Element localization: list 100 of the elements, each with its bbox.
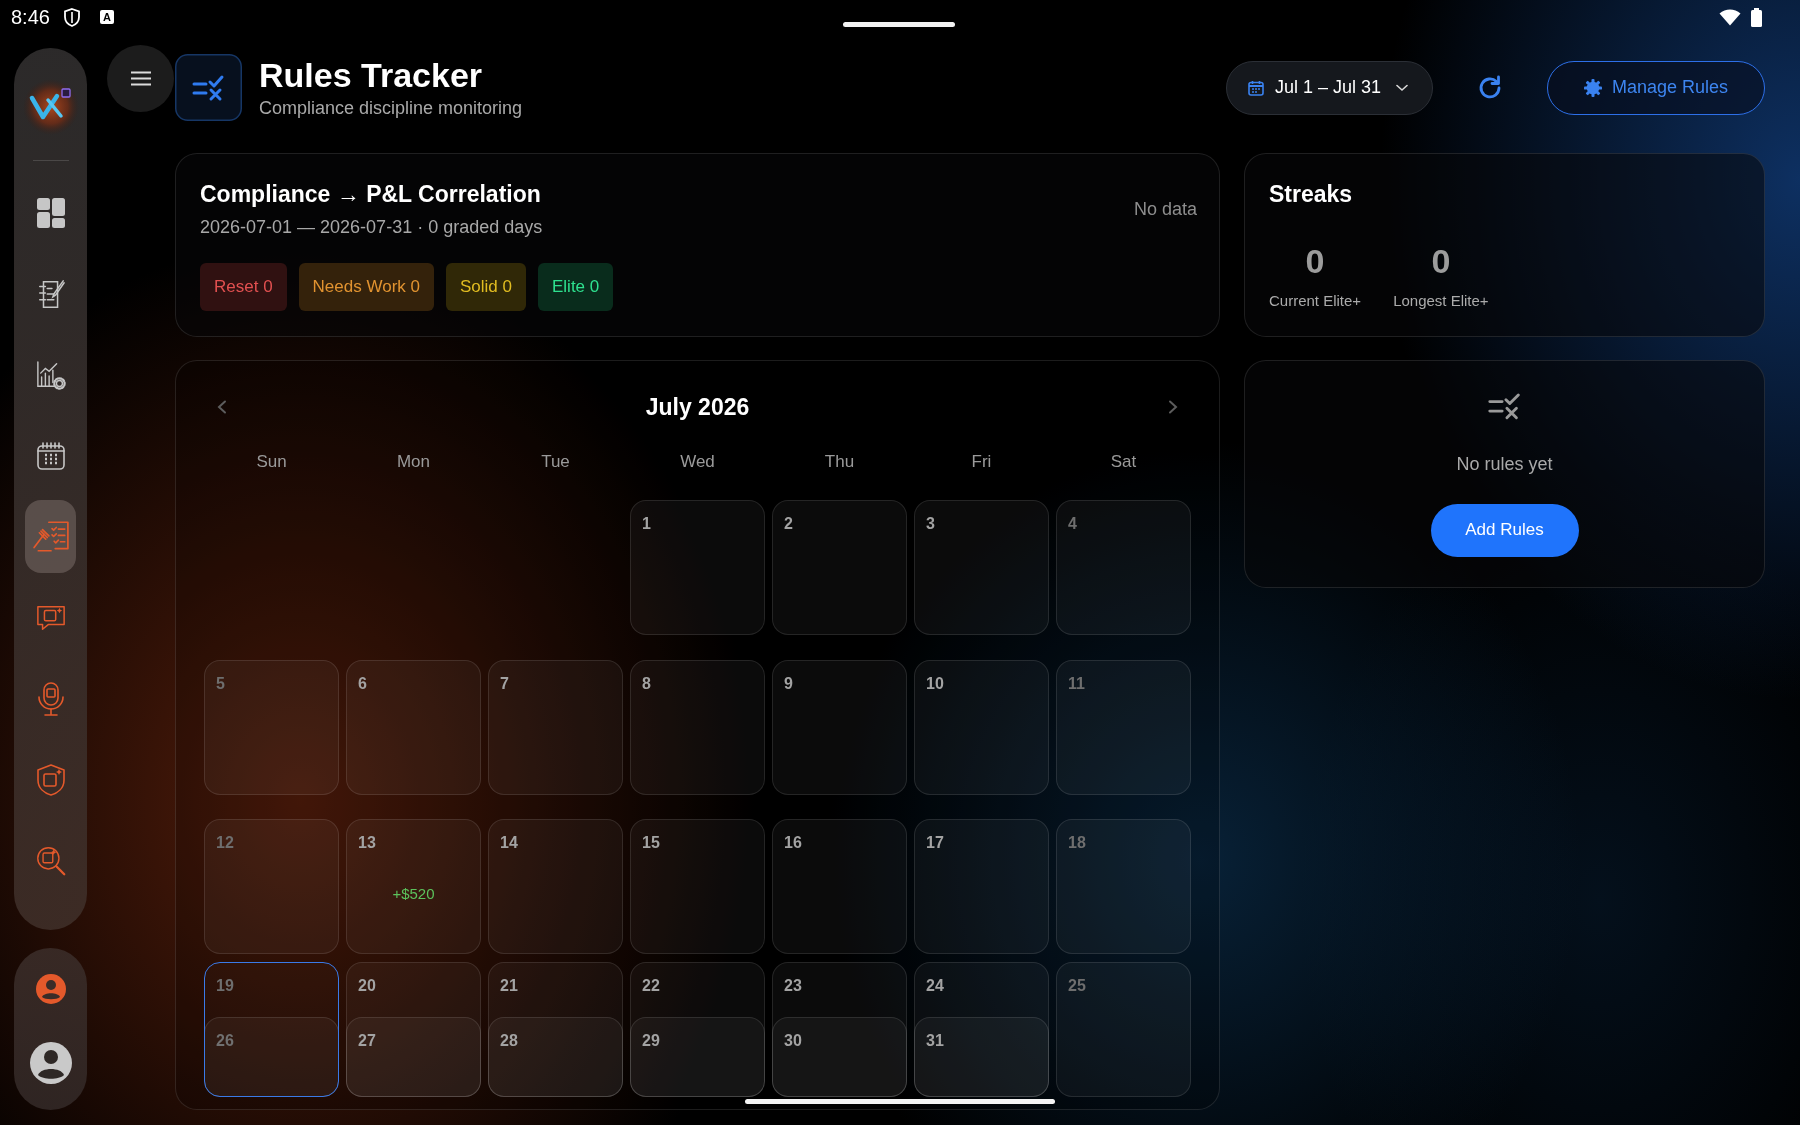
page-title: Rules Tracker bbox=[259, 56, 484, 94]
weekday-label: Sat bbox=[1109, 452, 1138, 472]
streaks-title: Streaks bbox=[1269, 180, 1354, 208]
day-number: 29 bbox=[642, 1031, 660, 1051]
grade-tag: Elite 0 bbox=[538, 263, 614, 311]
calendar-icon bbox=[1248, 79, 1264, 96]
menu-icon bbox=[130, 71, 151, 86]
day-cell[interactable]: 13 +$520 bbox=[346, 819, 481, 954]
day-number: 15 bbox=[642, 833, 660, 853]
pnl-amount: +$520 bbox=[392, 885, 435, 902]
day-cell[interactable]: 11 bbox=[1056, 660, 1191, 795]
day-cell[interactable]: 28 bbox=[488, 1017, 623, 1097]
day-number: 12 bbox=[216, 833, 234, 853]
day-cell[interactable]: 30 bbox=[772, 1017, 907, 1097]
grade-tag: Needs Work 0 bbox=[298, 263, 434, 311]
day-number: 24 bbox=[926, 976, 944, 996]
page-subtitle: Compliance discipline monitoring bbox=[259, 98, 523, 119]
weekday-label: Thu bbox=[823, 452, 856, 472]
day-cell[interactable]: 9 bbox=[772, 660, 907, 795]
streak-label: Current Elite+ bbox=[1269, 292, 1362, 310]
grade-tag: Solid 0 bbox=[446, 263, 526, 311]
correlation-date-range: 2026-07-01 — 2026-07-31 · 0 graded days bbox=[200, 216, 543, 238]
month-title: July 2026 bbox=[645, 393, 750, 422]
empty-state-text: No rules yet bbox=[1456, 453, 1553, 474]
refresh-icon[interactable] bbox=[1477, 74, 1503, 101]
day-cell[interactable]: 27 bbox=[346, 1017, 481, 1097]
day-cell[interactable]: 14 bbox=[488, 819, 623, 954]
day-cell[interactable]: 1 bbox=[630, 500, 765, 635]
day-cell[interactable]: 25 bbox=[1056, 962, 1191, 1097]
chevron-left-icon[interactable] bbox=[217, 400, 227, 414]
avatar-icon[interactable] bbox=[29, 1042, 72, 1084]
grade-tag: Reset 0 bbox=[200, 263, 287, 311]
chart-gear-icon bbox=[35, 359, 66, 390]
day-cell[interactable]: 10 bbox=[914, 660, 1049, 795]
ai-shield-icon bbox=[35, 761, 66, 798]
day-number: 5 bbox=[216, 674, 225, 694]
day-number: 26 bbox=[216, 1031, 234, 1051]
day-cell[interactable]: 4 bbox=[1056, 500, 1191, 635]
sidebar-item[interactable] bbox=[25, 500, 76, 573]
day-number: 21 bbox=[500, 976, 518, 996]
day-cell[interactable]: 2 bbox=[772, 500, 907, 635]
day-cell[interactable]: 8 bbox=[630, 660, 765, 795]
day-number: 28 bbox=[500, 1031, 518, 1051]
day-number: 1 bbox=[642, 514, 651, 534]
day-number: 14 bbox=[500, 833, 518, 853]
weekday-label: Fri bbox=[970, 452, 993, 472]
checklist-icon bbox=[175, 54, 242, 121]
battery-icon bbox=[1751, 7, 1762, 27]
chevron-down-icon bbox=[1396, 83, 1409, 92]
drag-handle[interactable] bbox=[843, 22, 955, 27]
weekday-label: Sun bbox=[255, 452, 288, 472]
day-number: 27 bbox=[358, 1031, 376, 1051]
day-cell[interactable]: 31 bbox=[914, 1017, 1049, 1097]
day-number: 2 bbox=[784, 514, 793, 534]
day-number: 10 bbox=[926, 674, 944, 694]
weekday-label: Tue bbox=[540, 452, 571, 472]
calendar-icon bbox=[35, 440, 66, 471]
weekday-label: Wed bbox=[679, 452, 716, 472]
date-range-picker[interactable]: Jul 1 – Jul 31 bbox=[1226, 60, 1433, 115]
day-cell[interactable]: 16 bbox=[772, 819, 907, 954]
day-number: 31 bbox=[926, 1031, 944, 1051]
user-icon[interactable] bbox=[35, 974, 66, 1004]
day-number: 11 bbox=[1068, 674, 1085, 694]
day-number: 18 bbox=[1068, 833, 1086, 853]
status-text: No data bbox=[1133, 198, 1197, 220]
day-number: 7 bbox=[500, 674, 509, 694]
day-number: 16 bbox=[784, 833, 802, 853]
ai-microphone-icon bbox=[35, 680, 66, 717]
status-time: 8:46 bbox=[11, 5, 50, 29]
day-number: 13 bbox=[358, 833, 376, 853]
day-number: 30 bbox=[784, 1031, 802, 1051]
gear-icon bbox=[1583, 78, 1602, 97]
chevron-right-icon[interactable] bbox=[1168, 400, 1178, 414]
manage-rules-button[interactable]: Manage Rules bbox=[1547, 60, 1765, 115]
day-number: 17 bbox=[926, 833, 944, 853]
grid-icon bbox=[35, 197, 66, 228]
streak-value: 0 bbox=[1305, 242, 1325, 280]
notification-icon: A bbox=[99, 10, 114, 24]
day-number: 19 bbox=[216, 976, 234, 996]
day-cell[interactable]: 29 bbox=[630, 1017, 765, 1097]
correlation-title: Compliance → P&L Correlation bbox=[200, 180, 542, 208]
day-number: 25 bbox=[1068, 976, 1086, 996]
day-number: 20 bbox=[358, 976, 376, 996]
wifi-icon bbox=[1719, 8, 1741, 26]
streak-label: Longest Elite+ bbox=[1393, 292, 1489, 310]
day-number: 8 bbox=[642, 674, 651, 694]
add-rules-button[interactable]: Add Rules bbox=[1430, 503, 1579, 557]
day-cell[interactable]: 7 bbox=[488, 660, 623, 795]
day-cell[interactable]: 15 bbox=[630, 819, 765, 954]
day-number: 6 bbox=[358, 674, 367, 694]
day-cell[interactable]: 17 bbox=[914, 819, 1049, 954]
day-cell[interactable]: 6 bbox=[346, 660, 481, 795]
weekday-label: Mon bbox=[395, 452, 432, 472]
shield-icon bbox=[63, 7, 80, 27]
gavel-checklist-icon bbox=[31, 519, 70, 554]
day-number: 22 bbox=[642, 976, 660, 996]
checklist-icon bbox=[1487, 393, 1522, 420]
day-number: 23 bbox=[784, 976, 802, 996]
day-cell[interactable]: 3 bbox=[914, 500, 1049, 635]
day-number: 9 bbox=[784, 674, 793, 694]
